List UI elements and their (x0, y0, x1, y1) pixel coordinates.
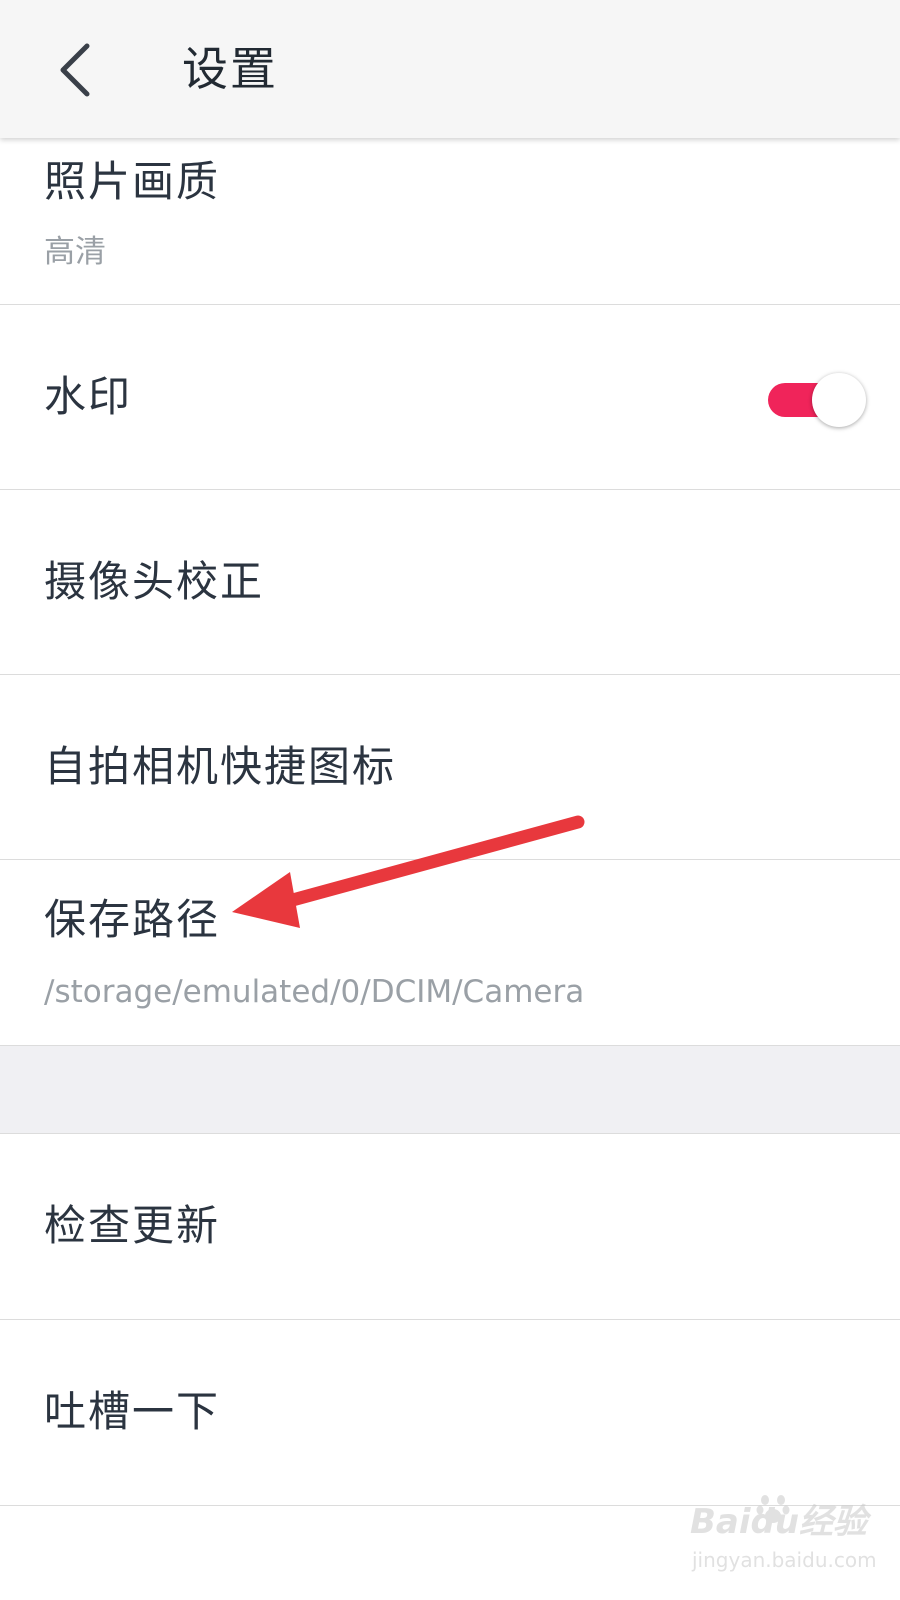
setting-label: 保存路径 (44, 895, 221, 944)
setting-label: 吐槽一下 (44, 1387, 221, 1436)
setting-value: /storage/emulated/0/DCIM/Camera (44, 974, 585, 1010)
watermark-toggle[interactable] (768, 373, 866, 427)
setting-camera-calibration[interactable]: 摄像头校正 (0, 490, 900, 675)
back-button[interactable] (40, 30, 110, 110)
setting-label: 自拍相机快捷图标 (44, 742, 397, 791)
setting-feedback[interactable]: 吐槽一下 (0, 1320, 900, 1506)
chevron-left-icon (60, 43, 90, 97)
toggle-knob (812, 373, 866, 427)
setting-label: 照片画质 (44, 157, 221, 206)
section-divider (0, 1046, 900, 1134)
setting-photo-quality[interactable]: 照片画质 高清 (0, 138, 900, 305)
setting-label: 摄像头校正 (44, 557, 265, 606)
setting-label: 检查更新 (44, 1201, 221, 1250)
setting-label: 水印 (44, 372, 133, 421)
top-app-bar: 设置 (0, 0, 900, 138)
watermark-brand: Baidu经验 (690, 1502, 868, 1542)
setting-selfie-shortcut[interactable]: 自拍相机快捷图标 (0, 675, 900, 860)
setting-watermark[interactable]: 水印 (0, 305, 900, 490)
settings-screen: 设置 照片画质 高清 水印 摄像头校正 自拍相机快捷图标 保存路径 /stora… (0, 0, 900, 1600)
baidu-jingyan-watermark: Baidu经验 jingyan.baidu.com (690, 1495, 890, 1590)
setting-value: 高清 (44, 234, 106, 270)
setting-save-path[interactable]: 保存路径 /storage/emulated/0/DCIM/Camera (0, 860, 900, 1046)
watermark-url: jingyan.baidu.com (692, 1548, 877, 1572)
setting-check-update[interactable]: 检查更新 (0, 1134, 900, 1320)
page-title: 设置 (182, 42, 278, 96)
